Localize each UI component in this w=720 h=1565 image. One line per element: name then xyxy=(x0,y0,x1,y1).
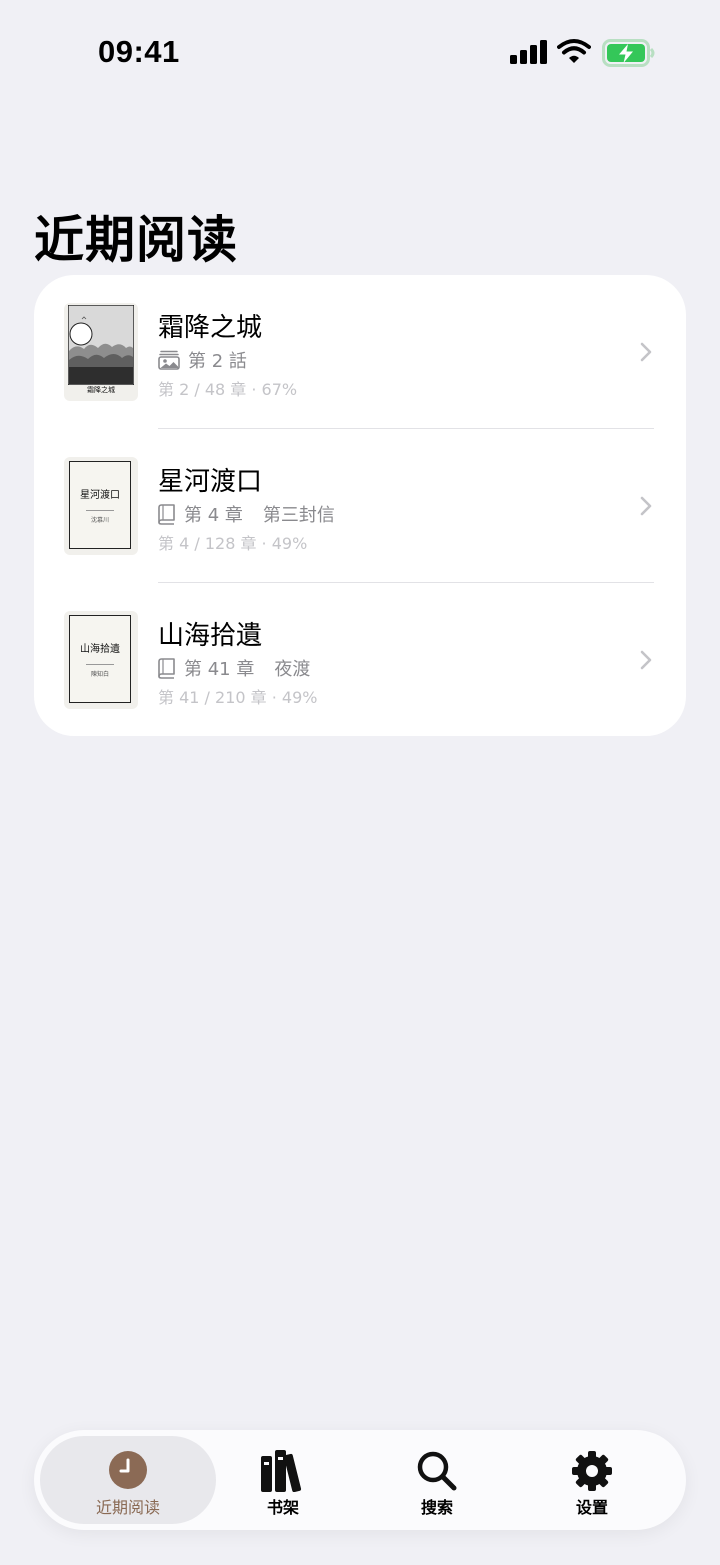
book-title: 星河渡口 xyxy=(158,467,263,497)
book-row-frost-city[interactable]: 霜降之城 霜降之城 第 2 話 第 2 / 48 章 · 67% xyxy=(34,275,686,429)
chapter-name: 第三封信 xyxy=(262,505,335,526)
cover-title: 星河渡口 xyxy=(80,490,120,501)
book-row-mountain-sea[interactable]: 山海拾遺 陳知白 山海拾遺 第 41 章 夜渡 第 41 / 210 章 · 4… xyxy=(34,583,686,737)
book-title: 山海拾遺 xyxy=(158,621,263,651)
chapter-label: 第 4 章 xyxy=(184,505,243,526)
tab-settings[interactable]: 设置 xyxy=(504,1436,680,1524)
cover-title: 山海拾遺 xyxy=(80,644,120,655)
chapter-label: 第 41 章 xyxy=(184,659,255,680)
book-title: 霜降之城 xyxy=(158,313,263,343)
tab-search[interactable]: 搜索 xyxy=(349,1436,525,1524)
reading-progress: 第 2 / 48 章 · 67% xyxy=(158,380,298,399)
chapter-name: 夜渡 xyxy=(274,659,311,680)
cover-rule xyxy=(86,664,114,665)
wifi-icon xyxy=(557,39,591,63)
tab-bookshelf[interactable]: 书架 xyxy=(195,1436,371,1524)
cellular-signal-icon xyxy=(510,40,547,64)
cover-author: 沈慕川 xyxy=(90,517,109,524)
chevron-right-icon xyxy=(640,496,652,516)
cover-rule xyxy=(86,510,114,511)
cover-author: 陳知白 xyxy=(90,671,109,678)
book-cover: 山海拾遺 陳知白 xyxy=(64,611,138,709)
book-cover: 星河渡口 沈慕川 xyxy=(64,457,138,555)
current-chapter: 第 4 章 第三封信 xyxy=(158,501,335,527)
chapter-label: 第 2 話 xyxy=(188,351,247,372)
cover-title: 霜降之城 xyxy=(87,386,115,394)
status-bar: 09:41 xyxy=(0,0,720,100)
tab-label: 书架 xyxy=(266,1498,299,1517)
gear-icon xyxy=(572,1451,612,1491)
reading-progress: 第 4 / 128 章 · 49% xyxy=(158,534,308,553)
battery-charging-icon xyxy=(602,39,655,67)
tab-recent-reading[interactable]: 近期阅读 xyxy=(40,1436,216,1524)
status-time: 09:41 xyxy=(98,34,180,69)
book-cover: 霜降之城 xyxy=(64,303,138,401)
recent-reading-list: 霜降之城 霜降之城 第 2 話 第 2 / 48 章 · 67% 星河渡口 沈慕… xyxy=(34,275,686,736)
chevron-right-icon xyxy=(640,650,652,670)
tab-label: 搜索 xyxy=(420,1498,453,1517)
page-title: 近期阅读 xyxy=(34,211,238,269)
current-chapter: 第 41 章 夜渡 xyxy=(158,655,310,681)
search-icon xyxy=(417,1451,457,1491)
books-icon xyxy=(261,1450,302,1492)
book-row-star-river-ferry[interactable]: 星河渡口 沈慕川 星河渡口 第 4 章 第三封信 第 4 / 128 章 · 4… xyxy=(34,429,686,583)
comic-cover-art xyxy=(68,305,134,385)
reading-progress: 第 41 / 210 章 · 49% xyxy=(158,688,318,707)
tab-label: 近期阅读 xyxy=(95,1498,160,1517)
chevron-right-icon xyxy=(640,342,652,362)
image-stack-icon xyxy=(158,350,180,370)
current-chapter: 第 2 話 xyxy=(158,347,247,373)
book-icon xyxy=(158,657,175,679)
clock-icon xyxy=(109,1451,147,1489)
book-icon xyxy=(158,503,175,525)
tab-label: 设置 xyxy=(575,1498,608,1517)
tab-bar: 近期阅读 书架 搜索 设置 xyxy=(34,1430,686,1530)
